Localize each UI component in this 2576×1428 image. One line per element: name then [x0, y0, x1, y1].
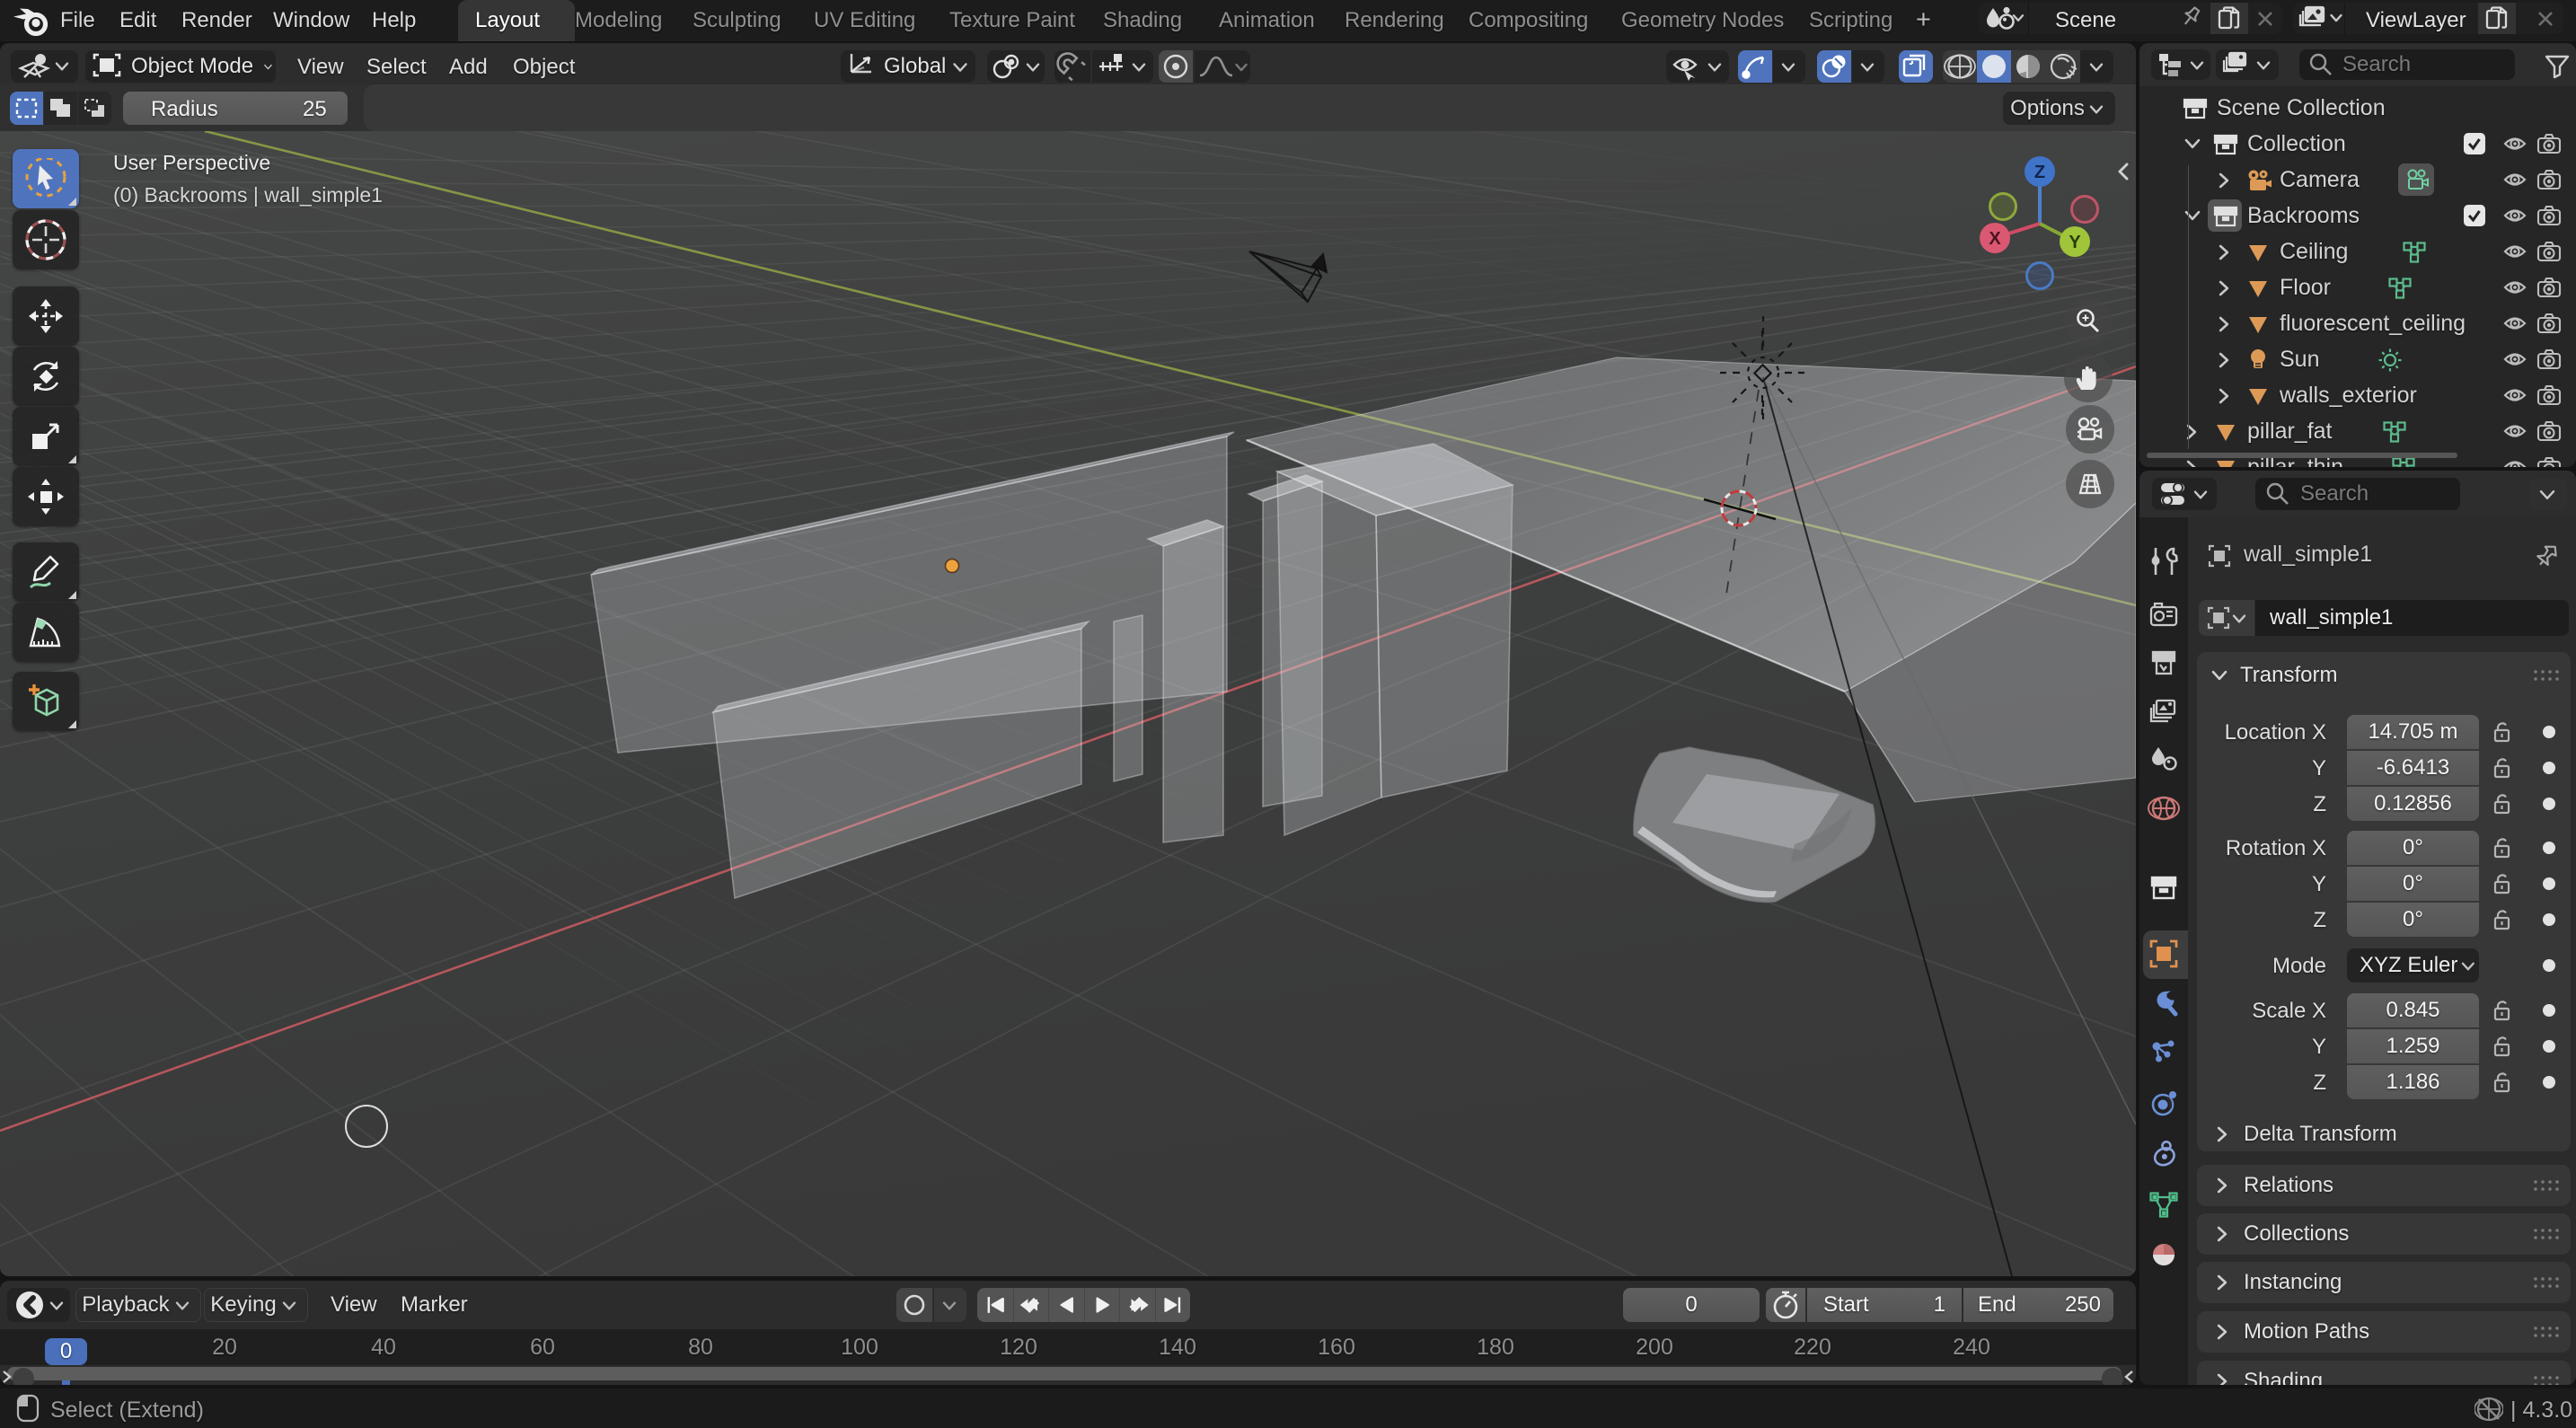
svg-text:Y: Y	[2069, 233, 2081, 252]
svg-text:X: X	[1989, 229, 2001, 249]
svg-text:Z: Z	[2034, 163, 2045, 182]
